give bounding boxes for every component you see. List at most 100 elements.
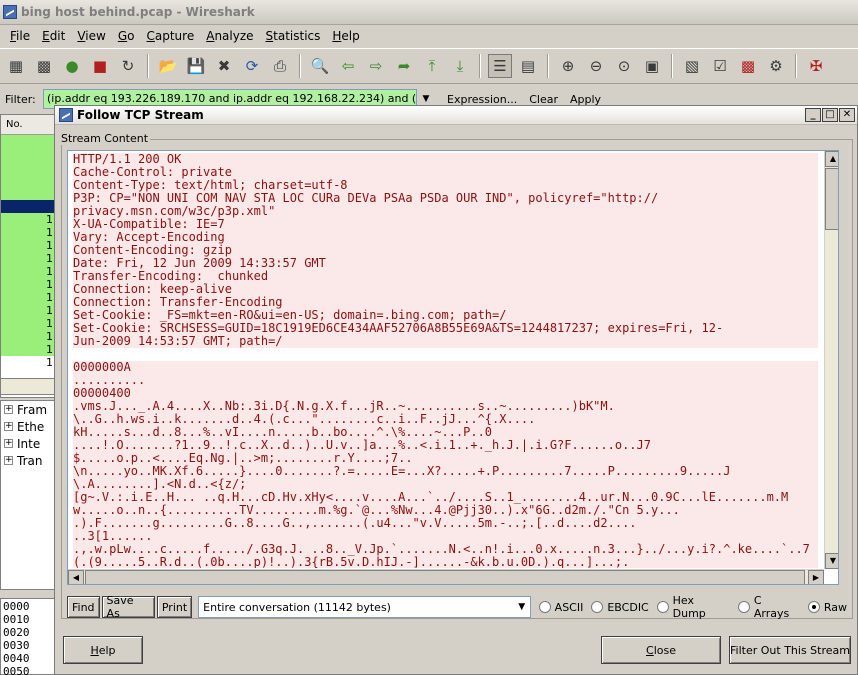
preferences-icon[interactable]: ⚙	[764, 54, 788, 78]
packet-row[interactable]: 1	[1, 317, 55, 330]
format-radio-hexdump[interactable]: Hex Dump	[656, 594, 730, 620]
stream-text[interactable]: HTTP/1.1 200 OK Cache-Control: private Con…	[68, 151, 823, 568]
print-button[interactable]: Print	[156, 596, 193, 618]
menu-edit[interactable]: Edit	[36, 29, 71, 43]
packet-row[interactable]: 1	[1, 239, 55, 252]
conversation-select[interactable]: Entire conversation (11142 bytes) ▼	[198, 596, 531, 618]
go-to-packet-icon[interactable]: ➦	[392, 54, 416, 78]
expand-icon[interactable]: +	[4, 439, 13, 448]
display-filters-icon[interactable]: ☑	[708, 54, 732, 78]
close-icon[interactable]: ✕	[839, 108, 855, 122]
scroll-thumb[interactable]	[825, 168, 838, 230]
menu-analyze[interactable]: Analyze	[200, 29, 259, 43]
packet-row[interactable]: 1	[1, 265, 55, 278]
packet-row[interactable]: 1	[1, 226, 55, 239]
capture-options-icon[interactable]: ▩	[32, 54, 56, 78]
radio-button[interactable]	[737, 601, 750, 613]
reload-icon[interactable]: ⟳	[240, 54, 264, 78]
auto-scroll-icon[interactable]: ▤	[516, 54, 540, 78]
minimize-icon[interactable]: _	[805, 108, 821, 122]
scroll-right-icon[interactable]: ▶	[808, 570, 824, 584]
go-back-icon[interactable]: ⇦	[336, 54, 360, 78]
tree-item-transport[interactable]: + Tran	[1, 452, 55, 469]
radio-button[interactable]	[591, 601, 604, 613]
packet-row[interactable]	[1, 135, 55, 148]
packet-row[interactable]: 1	[1, 330, 55, 343]
zoom-in-icon[interactable]: ⊕	[556, 54, 580, 78]
format-radio-ascii[interactable]: ASCII	[538, 601, 583, 614]
packet-row[interactable]: 1	[1, 278, 55, 291]
radio-button[interactable]	[656, 601, 669, 613]
scroll-up-icon[interactable]: ▲	[825, 151, 838, 167]
format-radio-ebcdic[interactable]: EBCDIC	[591, 601, 649, 614]
chevron-down-icon[interactable]: ▼	[514, 598, 530, 616]
packet-row[interactable]: 1	[1, 291, 55, 304]
expand-icon[interactable]: +	[4, 456, 13, 465]
zoom-normal-icon[interactable]: ⊙	[612, 54, 636, 78]
stream-content-view[interactable]: HTTP/1.1 200 OK Cache-Control: private Con…	[67, 150, 839, 585]
packet-row[interactable]	[1, 161, 55, 174]
find-packet-icon[interactable]: 🔍	[308, 54, 332, 78]
resize-columns-icon[interactable]: ▣	[640, 54, 664, 78]
packet-bytes-pane[interactable]: 0000 0010 0020 0030 0040 0050	[0, 598, 56, 675]
scroll-left-icon[interactable]: ◀	[68, 570, 84, 584]
scroll-thumb[interactable]	[85, 570, 805, 584]
find-button[interactable]: Find	[67, 596, 100, 618]
tree-item-ethernet[interactable]: + Ethe	[1, 418, 55, 435]
scroll-down-icon[interactable]: ▼	[825, 553, 838, 569]
radio-button[interactable]	[538, 601, 551, 613]
filter-out-stream-button[interactable]: Filter Out This Stream	[729, 636, 851, 664]
stream-vertical-scrollbar[interactable]: ▲ ▼	[824, 151, 838, 569]
last-packet-icon[interactable]: ⤓	[448, 54, 472, 78]
maximize-icon[interactable]: □	[822, 108, 838, 122]
stop-capture-icon[interactable]: ■	[88, 54, 112, 78]
menu-help[interactable]: Help	[326, 29, 365, 43]
packet-row[interactable]: 1	[1, 213, 55, 226]
column-header-no[interactable]: No.	[1, 115, 55, 135]
clear-button[interactable]: Clear	[529, 93, 558, 106]
save-file-icon[interactable]: 💾	[184, 54, 208, 78]
start-capture-icon[interactable]: ●	[60, 54, 84, 78]
expand-icon[interactable]: +	[4, 422, 13, 431]
restart-capture-icon[interactable]: ↻	[116, 54, 140, 78]
capture-filters-icon[interactable]: ▧	[680, 54, 704, 78]
save-as-button[interactable]: Save As	[101, 594, 155, 620]
format-radio-carrays[interactable]: C Arrays	[737, 594, 800, 620]
menu-statistics[interactable]: Statistics	[260, 29, 327, 43]
packet-row[interactable]	[1, 200, 55, 213]
format-radio-raw[interactable]: Raw	[807, 601, 847, 614]
menu-file[interactable]: File	[4, 29, 36, 43]
packet-row[interactable]: 1	[1, 252, 55, 265]
radio-button-selected[interactable]	[807, 601, 820, 613]
packet-list-scrollbar[interactable]	[0, 378, 56, 395]
packet-row[interactable]: 1	[1, 304, 55, 317]
packet-row[interactable]	[1, 174, 55, 187]
menu-capture[interactable]: Capture	[140, 29, 200, 43]
expression-button[interactable]: Expression...	[447, 93, 517, 106]
zoom-out-icon[interactable]: ⊖	[584, 54, 608, 78]
stream-horizontal-scrollbar[interactable]: ◀ ▶	[68, 569, 824, 584]
packet-row[interactable]: 1	[1, 356, 55, 369]
packet-row[interactable]	[1, 187, 55, 200]
packet-list-pane[interactable]: No. 111111111111	[0, 114, 56, 398]
tree-item-frame[interactable]: + Fram	[1, 401, 55, 418]
go-forward-icon[interactable]: ⇨	[364, 54, 388, 78]
menu-go[interactable]: Go	[112, 29, 141, 43]
interfaces-icon[interactable]: ▦	[4, 54, 28, 78]
close-file-icon[interactable]: ✖	[212, 54, 236, 78]
packet-row[interactable]	[1, 148, 55, 161]
first-packet-icon[interactable]: ⤒	[420, 54, 444, 78]
open-file-icon[interactable]: 📂	[156, 54, 180, 78]
apply-button[interactable]: Apply	[570, 93, 601, 106]
packet-details-pane[interactable]: + Fram + Ethe + Inte + Tran	[0, 400, 56, 590]
coloring-rules-icon[interactable]: ▩	[736, 54, 760, 78]
tree-item-internet[interactable]: + Inte	[1, 435, 55, 452]
print-icon[interactable]: ⎙	[268, 54, 292, 78]
close-button[interactable]: Close	[601, 636, 721, 664]
help-button[interactable]: Help	[63, 636, 143, 664]
expand-icon[interactable]: +	[4, 405, 13, 414]
help-icon[interactable]: ✠	[804, 54, 828, 78]
menu-view[interactable]: View	[71, 29, 111, 43]
packet-row[interactable]: 1	[1, 343, 55, 356]
colorize-icon[interactable]: ☰	[488, 54, 512, 78]
